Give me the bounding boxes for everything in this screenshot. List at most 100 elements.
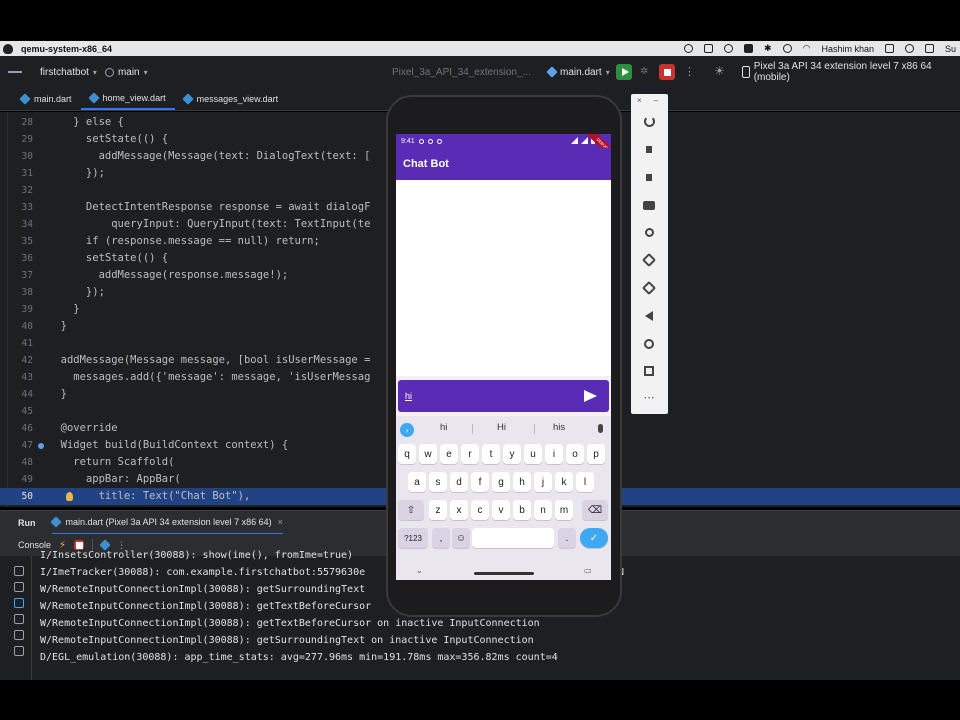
run-tab-main[interactable]: main.dart (Pixel 3a API 34 extension lev… <box>49 511 283 535</box>
key-l[interactable]: l <box>576 472 594 492</box>
suggestion[interactable]: Hi <box>497 422 506 433</box>
rotate-left-button[interactable] <box>641 252 657 268</box>
key-k[interactable]: k <box>555 472 573 492</box>
scroll-down-icon[interactable] <box>14 582 24 592</box>
comma-key[interactable]: , <box>432 528 450 548</box>
key-p[interactable]: p <box>587 444 605 464</box>
suggestion[interactable]: his <box>553 422 565 433</box>
key-w[interactable]: w <box>419 444 437 464</box>
key-s[interactable]: s <box>429 472 447 492</box>
key-o[interactable]: o <box>566 444 584 464</box>
run-button[interactable] <box>616 64 632 80</box>
scroll-up-icon[interactable] <box>14 566 24 576</box>
key-v[interactable]: v <box>492 500 510 520</box>
soft-wrap-icon[interactable] <box>14 598 24 608</box>
microphone-icon[interactable] <box>598 424 603 433</box>
rotate-right-button[interactable] <box>641 280 657 296</box>
override-marker-icon[interactable] <box>38 443 44 449</box>
print-icon[interactable] <box>14 630 24 640</box>
scroll-to-end-icon[interactable] <box>14 614 24 624</box>
hot-reload-icon[interactable]: ⚡ <box>59 540 66 551</box>
control-center-icon[interactable] <box>884 44 894 53</box>
home-gesture-bar[interactable] <box>474 572 534 575</box>
bluetooth-icon[interactable]: ✱ <box>764 43 772 54</box>
key-f[interactable]: f <box>471 472 489 492</box>
run-config-selector[interactable]: main.dart ▾ <box>546 66 610 78</box>
device-selector[interactable]: Pixel 3a API 34 extension level 7 x86 64… <box>742 61 960 83</box>
overview-button[interactable] <box>642 364 656 378</box>
key-z[interactable]: z <box>429 500 447 520</box>
period-key[interactable]: . <box>558 528 576 548</box>
chevron-right-icon[interactable]: › <box>400 423 414 437</box>
app-name[interactable]: qemu-system-x86_64 <box>21 44 112 54</box>
close-icon[interactable]: × <box>278 517 283 527</box>
minimize-icon[interactable]: – <box>654 96 658 105</box>
wifi-icon[interactable]: ◠ <box>803 43 811 54</box>
menubar-clock[interactable]: Su <box>945 44 956 54</box>
emulator-screen[interactable]: 9:41 DEBUG Chat Bot hi › hi Hi his q w e… <box>396 134 611 580</box>
user-name[interactable]: Hashim khan <box>821 44 874 54</box>
backspace-key[interactable]: ⌫ <box>582 500 608 520</box>
key-m[interactable]: m <box>555 500 573 520</box>
key-n[interactable]: n <box>534 500 552 520</box>
siri-icon[interactable] <box>924 44 934 53</box>
zoom-button[interactable] <box>642 225 656 239</box>
trash-icon[interactable] <box>14 646 24 656</box>
symbols-key[interactable]: ?123 <box>398 528 428 548</box>
more-button[interactable]: ⋯ <box>642 390 656 404</box>
key-g[interactable]: g <box>492 472 510 492</box>
more-icon[interactable]: ⋮ <box>117 540 126 551</box>
devtools-icon[interactable] <box>99 539 111 551</box>
key-a[interactable]: a <box>408 472 426 492</box>
key-x[interactable]: x <box>450 500 468 520</box>
key-q[interactable]: q <box>398 444 416 464</box>
screenshot-button[interactable] <box>642 198 656 212</box>
target-device-selector[interactable]: Pixel_3a_API_34_extension_... <box>392 67 531 78</box>
battery-icon[interactable] <box>782 44 792 53</box>
stop-button[interactable] <box>659 64 675 80</box>
volume-down-button[interactable] <box>642 170 656 184</box>
stop-icon[interactable] <box>74 540 85 550</box>
power-button[interactable] <box>642 114 656 128</box>
branch-selector[interactable]: main ▾ <box>104 67 148 78</box>
apple-icon[interactable] <box>3 43 13 54</box>
keyboard-hide-icon[interactable]: ⌄ <box>416 566 423 575</box>
bug-icon[interactable]: ☀ <box>714 64 725 78</box>
key-e[interactable]: e <box>440 444 458 464</box>
emoji-key[interactable]: ☺ <box>452 528 470 548</box>
volume-up-button[interactable] <box>642 142 656 156</box>
console-tab[interactable]: Console <box>18 540 51 550</box>
home-button[interactable] <box>642 337 656 351</box>
project-selector[interactable]: firstchatbot ▾ <box>40 67 97 78</box>
key-t[interactable]: t <box>482 444 500 464</box>
messages-list[interactable] <box>396 180 611 376</box>
key-j[interactable]: j <box>534 472 552 492</box>
shift-key[interactable]: ⇧ <box>398 500 424 520</box>
tab-home-view-dart[interactable]: home_view.dart <box>80 87 175 110</box>
tab-main-dart[interactable]: main.dart <box>12 87 81 110</box>
play-icon[interactable] <box>724 44 734 53</box>
back-button[interactable] <box>642 309 656 323</box>
enter-key[interactable]: ✓ <box>580 528 608 548</box>
close-icon[interactable]: × <box>637 96 642 105</box>
keyboard-icon[interactable] <box>744 44 754 53</box>
key-c[interactable]: c <box>471 500 489 520</box>
key-d[interactable]: d <box>450 472 468 492</box>
debug-icon[interactable]: ✲ <box>640 66 648 77</box>
key-b[interactable]: b <box>513 500 531 520</box>
display-icon[interactable] <box>704 44 714 53</box>
run-label[interactable]: Run <box>18 518 36 528</box>
send-icon[interactable] <box>584 390 597 402</box>
suggestion[interactable]: hi <box>440 422 447 433</box>
key-i[interactable]: i <box>545 444 563 464</box>
key-h[interactable]: h <box>513 472 531 492</box>
keyboard-switch-icon[interactable]: ▭ <box>584 566 592 575</box>
search-icon[interactable] <box>904 44 914 53</box>
message-input[interactable]: hi <box>405 388 565 404</box>
tab-messages-view-dart[interactable]: messages_view.dart <box>175 87 288 110</box>
space-key[interactable] <box>472 528 554 548</box>
key-r[interactable]: r <box>461 444 479 464</box>
record-icon[interactable] <box>684 44 694 53</box>
main-menu-icon[interactable] <box>8 71 22 73</box>
key-u[interactable]: u <box>524 444 542 464</box>
